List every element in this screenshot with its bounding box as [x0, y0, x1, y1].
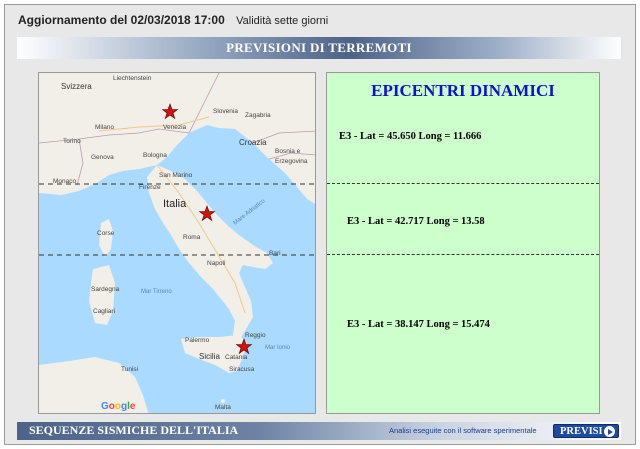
map-label-bosnia: Bosnia e: [275, 148, 301, 155]
map-label-bologna: Bologna: [143, 152, 167, 159]
header-line: Aggiornamento del 02/03/2018 17:00 Valid…: [18, 13, 328, 27]
panel-divider-2: [327, 254, 599, 255]
map-label-genova: Genova: [91, 154, 114, 161]
map-label-catania: Catania: [225, 354, 248, 361]
map-label-palermo: Palermo: [185, 337, 210, 344]
map-label-sardegna: Sardegna: [91, 286, 120, 293]
map-label-firenze: Firenze: [139, 184, 161, 191]
map-label-torino: Torino: [63, 138, 81, 145]
panel-divider-1: [327, 183, 599, 184]
google-logo: Google: [101, 401, 136, 412]
arrow-right-icon: [604, 426, 615, 437]
map-label-croazia: Croazia: [239, 138, 267, 147]
map-label-slovenia: Slovenia: [213, 108, 238, 115]
epicenter-line-1: E3 - Lat = 45.650 Long = 11.666: [339, 131, 482, 142]
map-label-cagliari: Cagliari: [93, 308, 115, 315]
map-label-italia: Italia: [163, 198, 187, 210]
banner-title: PREVISIONI DI TERREMOTI: [17, 37, 621, 59]
map-label-siracusa: Siracusa: [229, 366, 255, 373]
map-label-roma: Roma: [183, 234, 201, 241]
map-label-zagabria: Zagabria: [245, 112, 271, 119]
epicenter-line-3: E3 - Lat = 38.147 Long = 15.474: [347, 319, 490, 330]
map-label-erzegovina: Erzegovina: [275, 158, 308, 165]
footer-bar: SEQUENZE SISMICHE DELL'ITALIA Analisi es…: [17, 422, 621, 440]
map-label-corse: Corse: [97, 230, 115, 237]
map-label-monaco: Monaco: [53, 178, 77, 185]
previsioni-button-label: PREVISI: [560, 426, 603, 437]
sequences-link[interactable]: SEQUENZE SISMICHE DELL'ITALIA: [29, 423, 238, 438]
map-label-san-marino: San Marino: [159, 172, 193, 179]
map-label-milano: Milano: [95, 124, 115, 131]
map-label-napoli: Napoli: [207, 260, 225, 267]
epicenter-line-2: E3 - Lat = 42.717 Long = 13.58: [347, 216, 485, 227]
map-label-svizzera: Svizzera: [61, 82, 92, 91]
map-label-mare-tirreno: Mar Tirreno: [141, 289, 172, 295]
map-label-liechtenstein: Liechtenstein: [113, 75, 152, 82]
map-label-bari: Bari: [269, 250, 281, 257]
map-label-sicilia: Sicilia: [199, 352, 220, 361]
update-timestamp: Aggiornamento del 02/03/2018 17:00: [18, 13, 225, 27]
analysis-note: Analisi eseguite con il software sperime…: [389, 426, 537, 435]
validity-text: Validità sette giorni: [236, 15, 329, 27]
map-label-malta: Malta: [215, 404, 231, 411]
map-label-reggio: Reggio: [245, 332, 266, 339]
map-label-venezia: Venezia: [163, 124, 187, 131]
earthquake-map[interactable]: Svizzera Liechtenstein Milano Venezia Sl…: [38, 72, 316, 414]
map-label-mare-ionio: Mar Ionio: [265, 345, 291, 351]
epicenters-panel: EPICENTRI DINAMICI E3 - Lat = 45.650 Lon…: [326, 72, 600, 414]
previsioni-button[interactable]: PREVISI: [553, 424, 619, 438]
epicenters-title: EPICENTRI DINAMICI: [371, 81, 555, 100]
map-label-tunisi: Tunisi: [121, 366, 138, 373]
